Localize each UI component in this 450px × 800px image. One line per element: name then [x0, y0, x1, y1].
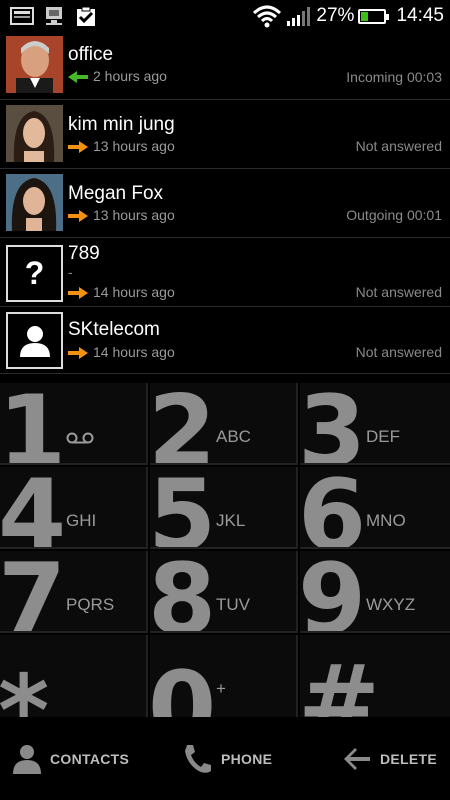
contact-photo — [6, 36, 63, 93]
key-letters: ABC — [216, 427, 251, 446]
dial-key-1[interactable]: 1 — [0, 383, 148, 465]
phone-button[interactable]: PHONE — [183, 741, 272, 777]
contact-number-type: - — [68, 264, 73, 280]
unknown-contact-icon: ? — [6, 245, 63, 302]
dial-key-hash[interactable]: # — [300, 635, 450, 717]
key-letters: JKL — [216, 511, 246, 530]
key-letters: MNO — [366, 511, 406, 530]
dial-key-8[interactable]: 8 TUV — [150, 551, 298, 633]
bottom-action-bar: CONTACTS PHONE DELETE — [0, 717, 450, 800]
dial-key-6[interactable]: 6 MNO — [300, 467, 450, 549]
call-log-list: office 2 hours ago Incoming 00:03 kim mi… — [0, 32, 450, 374]
battery-percent: 27% — [316, 5, 355, 26]
call-log-item[interactable]: SKtelecom 14 hours ago Not answered — [0, 307, 450, 374]
call-time: 13 hours ago — [93, 207, 175, 223]
dial-key-5[interactable]: 5 JKL — [150, 467, 298, 549]
dial-key-star[interactable]: * — [0, 635, 148, 717]
dial-key-4[interactable]: 4 GHI — [0, 467, 148, 549]
key-digit: 8 — [150, 551, 217, 633]
key-letters: WXYZ — [366, 595, 416, 614]
voicemail-icon — [66, 431, 94, 444]
contact-name: 789 — [68, 243, 100, 264]
sync-icon — [42, 5, 66, 27]
call-log-item[interactable]: ? 789 - 14 hours ago Not answered — [0, 238, 450, 307]
key-letters: DEF — [366, 427, 400, 446]
key-digit: 2 — [150, 383, 217, 465]
phone-icon — [183, 743, 213, 775]
screenshot-icon — [10, 5, 34, 27]
task-check-icon — [74, 5, 98, 27]
dial-key-9[interactable]: 9 WXYZ — [300, 551, 450, 633]
call-status: Incoming 00:03 — [346, 69, 442, 85]
battery-icon — [358, 8, 390, 24]
wifi-icon — [252, 4, 282, 28]
call-time: 14 hours ago — [93, 344, 175, 360]
contacts-icon — [12, 743, 42, 775]
phone-label: PHONE — [221, 751, 273, 767]
key-digit: 9 — [300, 551, 367, 633]
call-log-item[interactable]: Megan Fox 13 hours ago Outgoing 00:01 — [0, 169, 450, 238]
clock: 14:45 — [396, 5, 444, 26]
contacts-button[interactable]: CONTACTS — [12, 741, 129, 777]
call-log-item[interactable]: office 2 hours ago Incoming 00:03 — [0, 32, 450, 100]
key-digit: * — [0, 655, 50, 717]
key-digit: 1 — [0, 383, 67, 465]
dial-key-0[interactable]: 0 + — [150, 635, 298, 717]
key-letters: TUV — [216, 595, 250, 614]
contact-name: SKtelecom — [68, 319, 160, 340]
key-digit: 0 — [150, 651, 217, 717]
outgoing-call-icon — [68, 209, 89, 222]
call-time: 13 hours ago — [93, 138, 175, 154]
delete-label: DELETE — [380, 751, 438, 767]
contact-name: Megan Fox — [68, 183, 164, 204]
incoming-call-icon — [68, 70, 89, 83]
key-letters: PQRS — [66, 595, 115, 614]
call-time: 2 hours ago — [93, 68, 167, 84]
contact-silhouette-icon — [6, 312, 63, 369]
dial-key-3[interactable]: 3 DEF — [300, 383, 450, 465]
status-bar: 27% 14:45 — [0, 0, 450, 32]
dialpad: 1 2 ABC 3 DEF 4 GHI 5 JKL 6 MNO 7 PQRS 8… — [0, 383, 450, 717]
contact-name: office — [68, 44, 114, 65]
contact-name: kim min jung — [68, 114, 175, 135]
outgoing-call-icon — [68, 140, 89, 153]
call-status: Not answered — [355, 344, 442, 360]
call-log-item[interactable]: kim min jung 13 hours ago Not answered — [0, 100, 450, 169]
key-digit: 6 — [300, 467, 367, 549]
call-status: Not answered — [355, 138, 442, 154]
outgoing-call-icon — [68, 286, 89, 299]
outgoing-call-icon — [68, 346, 89, 359]
back-arrow-icon — [342, 743, 372, 775]
dial-key-2[interactable]: 2 ABC — [150, 383, 298, 465]
call-status: Not answered — [355, 284, 442, 300]
key-digit: 3 — [300, 383, 367, 465]
dial-key-7[interactable]: 7 PQRS — [0, 551, 148, 633]
key-digit: 7 — [0, 551, 67, 633]
delete-button[interactable]: DELETE — [342, 741, 437, 777]
contact-photo — [6, 105, 63, 162]
key-digit: 4 — [0, 467, 67, 549]
contacts-label: CONTACTS — [50, 751, 130, 767]
signal-icon — [286, 5, 312, 27]
contact-photo — [6, 174, 63, 231]
call-time: 14 hours ago — [93, 284, 175, 300]
key-digit: # — [300, 645, 381, 717]
key-letters: GHI — [66, 511, 97, 530]
key-digit: 5 — [150, 467, 217, 549]
key-letters: + — [216, 679, 226, 698]
call-status: Outgoing 00:01 — [346, 207, 442, 223]
